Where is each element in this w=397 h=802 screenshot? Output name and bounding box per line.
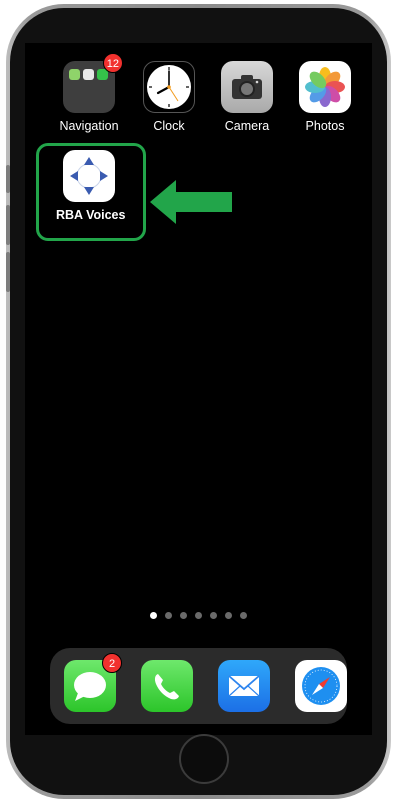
app-navigation-folder[interactable]: 12 Navigation xyxy=(56,53,123,133)
app-mini-icon xyxy=(83,69,94,80)
volume-down-button xyxy=(6,252,10,292)
notification-badge: 2 xyxy=(102,653,122,673)
app-label: Camera xyxy=(224,119,270,133)
app-label: Navigation xyxy=(59,119,119,133)
page-dot[interactable] xyxy=(165,612,172,619)
app-camera[interactable]: Camera xyxy=(214,61,280,133)
notification-badge: 12 xyxy=(102,53,123,73)
clock-icon xyxy=(143,61,195,113)
app-label: Photos xyxy=(305,119,345,133)
home-button[interactable] xyxy=(179,734,229,784)
rba-voices-highlight-box xyxy=(36,143,146,241)
phone-app[interactable] xyxy=(141,660,193,712)
page-dot-active[interactable] xyxy=(150,612,157,619)
app-clock[interactable]: Clock xyxy=(136,61,202,133)
mute-switch xyxy=(6,165,10,193)
safari-icon xyxy=(302,667,340,705)
left-arrow-icon xyxy=(150,180,232,224)
mail-icon xyxy=(228,675,260,697)
folder-icon: 12 xyxy=(63,53,123,113)
camera-icon xyxy=(221,61,273,113)
dock: 2 xyxy=(50,648,347,724)
phone-icon xyxy=(154,674,179,700)
maps-mini-icon xyxy=(69,69,80,80)
page-dot[interactable] xyxy=(240,612,247,619)
page-dot[interactable] xyxy=(210,612,217,619)
app-label: Clock xyxy=(153,119,185,133)
page-dot[interactable] xyxy=(180,612,187,619)
safari-app[interactable] xyxy=(295,660,347,712)
page-dot[interactable] xyxy=(225,612,232,619)
photos-icon xyxy=(299,61,351,113)
page-dot[interactable] xyxy=(195,612,202,619)
mail-app[interactable] xyxy=(218,660,270,712)
app-photos[interactable]: Photos xyxy=(292,61,358,133)
volume-up-button xyxy=(6,205,10,245)
page-indicator[interactable] xyxy=(25,606,372,624)
messages-app[interactable]: 2 xyxy=(64,653,122,712)
